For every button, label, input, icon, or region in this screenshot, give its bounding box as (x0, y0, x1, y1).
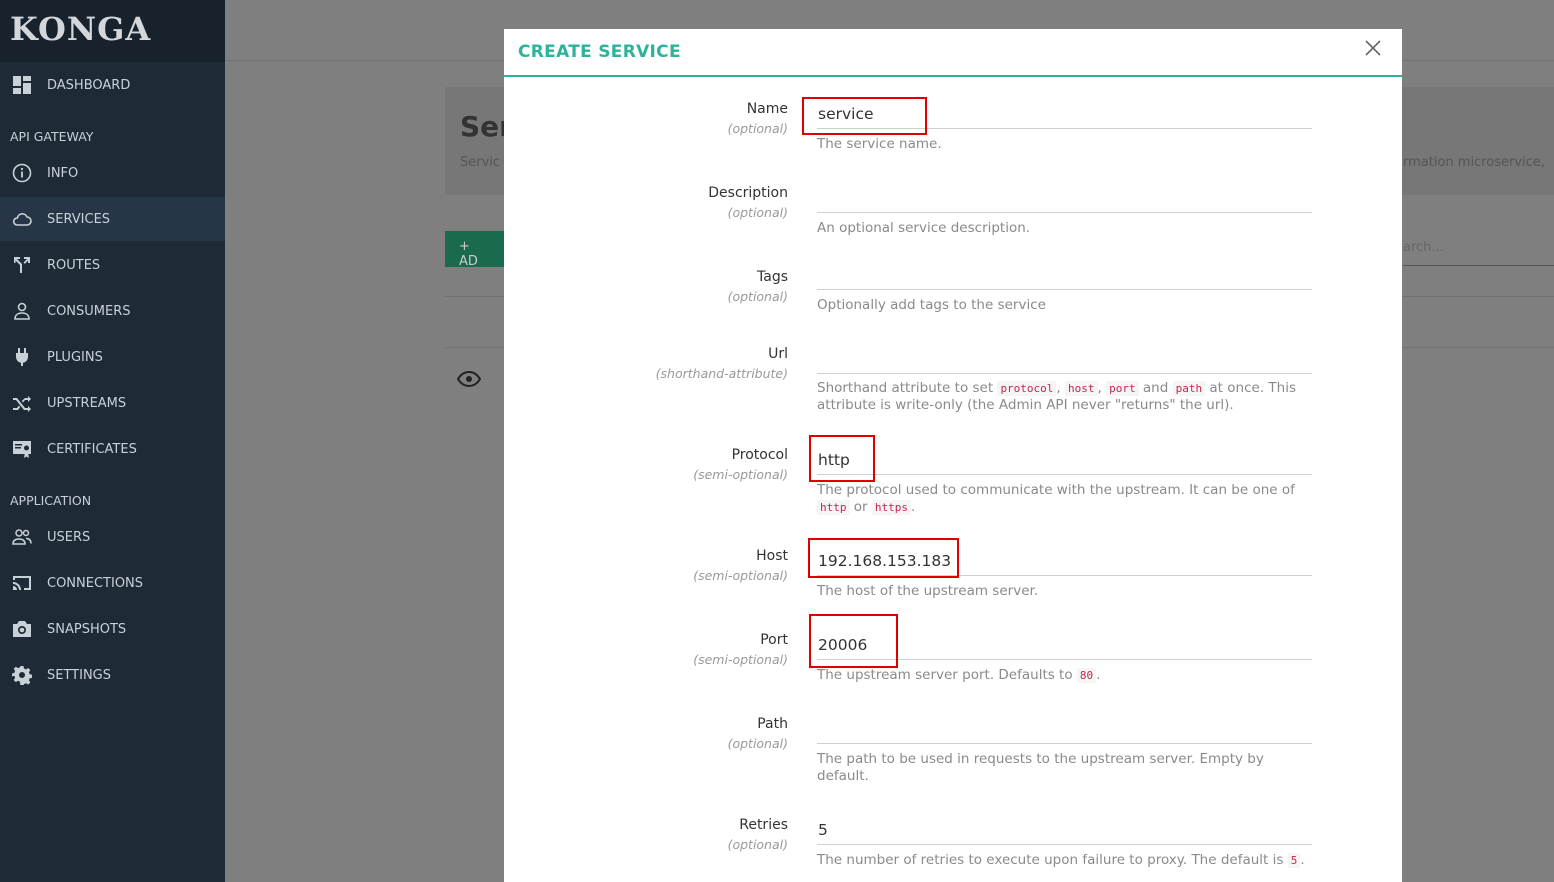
description-input[interactable] (817, 183, 1312, 213)
sidebar-item-label: INFO (47, 165, 79, 181)
description-help: An optional service description. (817, 220, 1031, 236)
path-hint: (optional) (727, 736, 788, 751)
info-icon (11, 162, 33, 184)
eye-icon[interactable] (456, 369, 482, 389)
page-subtitle: Servic (460, 155, 501, 170)
host-hint: (semi-optional) (693, 568, 788, 583)
user-icon (11, 300, 33, 322)
path-label: Path (757, 716, 788, 732)
retries-hint: (optional) (727, 837, 788, 852)
tags-hint: (optional) (727, 289, 788, 304)
konga-logo[interactable]: KONGA (0, 0, 225, 62)
shuffle-icon (11, 392, 33, 414)
sidebar-item-label: CERTIFICATES (47, 441, 137, 457)
port-help: The upstream server port. Defaults to 80… (817, 667, 1101, 683)
path-help: The path to be used in requests to the u… (817, 751, 1264, 784)
gear-icon (11, 664, 33, 686)
protocol-hint: (semi-optional) (693, 467, 788, 482)
sidebar-item-connections[interactable]: CONNECTIONS (0, 561, 225, 605)
search-input[interactable]: arch... (1403, 240, 1444, 255)
close-button[interactable] (1364, 39, 1384, 59)
url-help: Shorthand attribute to set protocol, hos… (817, 380, 1296, 413)
sidebar-item-info[interactable]: INFO (0, 151, 225, 195)
section-application: APPLICATION (10, 493, 92, 508)
port-label: Port (760, 632, 788, 648)
plug-icon (11, 346, 33, 368)
retries-label: Retries (739, 817, 788, 833)
sidebar-item-users[interactable]: USERS (0, 515, 225, 559)
close-icon (1365, 40, 1381, 56)
routes-icon (11, 254, 33, 276)
sidebar-item-label: SERVICES (47, 211, 111, 227)
add-service-button[interactable]: + AD (445, 231, 505, 269)
protocol-input[interactable] (817, 445, 1312, 475)
tags-input[interactable] (817, 260, 1312, 290)
camera-icon (11, 618, 33, 640)
section-api-gateway: API GATEWAY (10, 129, 94, 144)
sidebar-item-upstreams[interactable]: UPSTREAMS (0, 381, 225, 425)
host-help: The host of the upstream server. (817, 583, 1039, 599)
name-hint: (optional) (727, 121, 788, 136)
tags-label: Tags (757, 269, 788, 285)
protocol-help: The protocol used to communicate with th… (817, 482, 1295, 515)
url-label: Url (768, 346, 788, 362)
certificate-icon (11, 438, 33, 460)
port-hint: (semi-optional) (693, 652, 788, 667)
name-help: The service name. (817, 136, 942, 152)
path-input[interactable] (817, 714, 1312, 744)
sidebar-item-label: USERS (47, 529, 91, 545)
url-hint: (shorthand-attribute) (655, 366, 788, 381)
description-hint: (optional) (727, 205, 788, 220)
create-service-modal: CREATE SERVICE Name (optional) The servi… (504, 29, 1402, 882)
cloud-icon (11, 208, 33, 230)
retries-input[interactable] (817, 815, 1312, 845)
cast-icon (11, 572, 33, 594)
sidebar-item-label: UPSTREAMS (47, 395, 127, 411)
page-subtitle-tail: rmation microservice, (1403, 155, 1545, 170)
sidebar-item-services[interactable]: SERVICES (0, 197, 225, 241)
retries-help: The number of retries to execute upon fa… (817, 852, 1305, 868)
tags-help: Optionally add tags to the service (817, 297, 1046, 313)
sidebar-item-label: SNAPSHOTS (47, 621, 127, 637)
name-label: Name (746, 101, 788, 117)
host-label: Host (756, 548, 788, 564)
sidebar-item-label: DASHBOARD (47, 77, 131, 93)
sidebar-item-settings[interactable]: SETTINGS (0, 653, 225, 697)
host-input[interactable] (817, 546, 1312, 576)
sidebar-item-label: CONSUMERS (47, 303, 131, 319)
sidebar-item-label: SETTINGS (47, 667, 112, 683)
modal-title: CREATE SERVICE (518, 42, 681, 62)
description-label: Description (708, 185, 788, 201)
sidebar-item-snapshots[interactable]: SNAPSHOTS (0, 607, 225, 651)
sidebar-item-certificates[interactable]: CERTIFICATES (0, 427, 225, 471)
sidebar-item-dashboard[interactable]: DASHBOARD (0, 63, 225, 107)
sidebar-item-label: PLUGINS (47, 349, 103, 365)
name-input[interactable] (817, 99, 1312, 129)
search-underline (1403, 265, 1554, 266)
sidebar-item-plugins[interactable]: PLUGINS (0, 335, 225, 379)
sidebar-item-label: ROUTES (47, 257, 101, 273)
port-input[interactable] (817, 630, 1312, 660)
sidebar-item-consumers[interactable]: CONSUMERS (0, 289, 225, 333)
sidebar-item-label: CONNECTIONS (47, 575, 144, 591)
sidebar: KONGA DASHBOARD API GATEWAY INFO SERVICE… (0, 0, 225, 882)
modal-header: CREATE SERVICE (504, 29, 1402, 77)
dashboard-icon (11, 74, 33, 96)
users-icon (11, 526, 33, 548)
sidebar-item-routes[interactable]: ROUTES (0, 243, 225, 287)
url-input[interactable] (817, 344, 1312, 374)
protocol-label: Protocol (731, 447, 788, 463)
